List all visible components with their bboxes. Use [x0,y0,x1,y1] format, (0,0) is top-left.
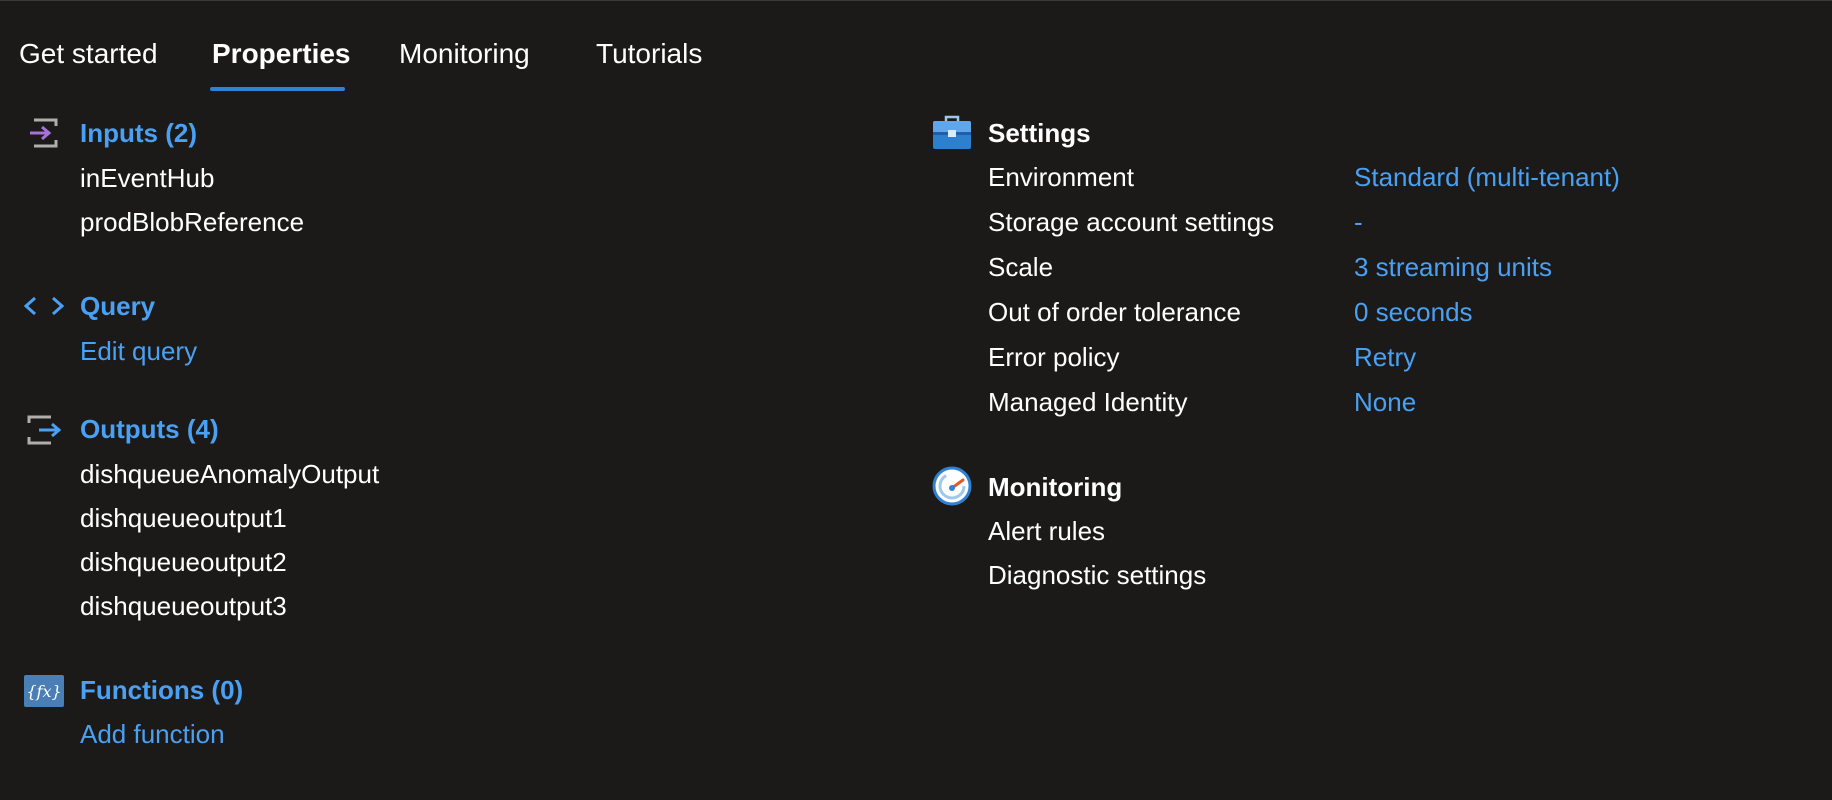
gauge-icon [930,466,974,506]
inputs-title[interactable]: Inputs (2) [80,116,197,150]
setting-label-environment: Environment [988,162,1134,192]
svg-text:{fx}: {fx} [26,682,61,701]
output-item[interactable]: dishqueueoutput3 [80,589,287,623]
setting-value-scale[interactable]: 3 streaming units [1354,250,1552,284]
monitoring-title: Monitoring [988,472,1123,502]
settings-title: Settings [988,118,1091,148]
query-title[interactable]: Query [80,289,155,323]
setting-value-storage[interactable]: - [1354,205,1363,239]
setting-value-environment[interactable]: Standard (multi-tenant) [1354,160,1620,194]
output-item[interactable]: dishqueueoutput1 [80,501,287,535]
code-brackets-icon [22,288,66,324]
tab-monitoring[interactable]: Monitoring [399,36,530,72]
edit-query-link[interactable]: Edit query [80,334,197,368]
tab-properties[interactable]: Properties [212,36,351,72]
tab-get-started[interactable]: Get started [19,36,158,72]
monitoring-item-diagnostic-settings[interactable]: Diagnostic settings [988,558,1206,592]
input-item[interactable]: prodBlobReference [80,205,304,239]
active-tab-indicator [210,87,345,91]
setting-label-scale: Scale [988,252,1054,282]
tab-tutorials[interactable]: Tutorials [596,36,702,72]
monitoring-item-alert-rules[interactable]: Alert rules [988,514,1105,548]
setting-label-managed-identity: Managed Identity [988,387,1188,417]
setting-label-storage: Storage account settings [988,207,1275,237]
tab-bar: Get started Properties Monitoring Tutori… [0,0,1832,92]
output-item[interactable]: dishqueueAnomalyOutput [80,457,379,491]
input-icon [22,115,66,151]
setting-value-out-of-order[interactable]: 0 seconds [1354,295,1473,329]
output-item[interactable]: dishqueueoutput2 [80,545,287,579]
setting-label-out-of-order: Out of order tolerance [988,297,1241,327]
toolbox-icon [930,115,974,151]
outputs-title[interactable]: Outputs (4) [80,412,219,446]
setting-value-managed-identity[interactable]: None [1354,385,1416,419]
setting-value-error-policy[interactable]: Retry [1354,340,1416,374]
input-item[interactable]: inEventHub [80,161,214,195]
add-function-link[interactable]: Add function [80,717,225,751]
function-icon: {fx} [22,673,66,709]
functions-title[interactable]: Functions (0) [80,673,243,707]
output-icon [22,412,66,448]
setting-label-error-policy: Error policy [988,342,1120,372]
